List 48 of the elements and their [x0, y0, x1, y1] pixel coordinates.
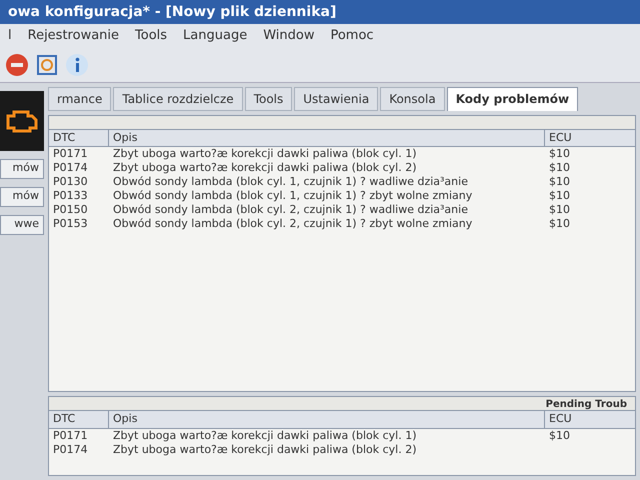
description-cell-text: Zbyt uboga warto?æ korekcji dawki paliwa (blok cyl. 2) [112, 161, 418, 175]
menu-item[interactable]: Tools [135, 26, 168, 46]
dtc-code: P0153 [52, 217, 89, 231]
description-cell-text: Zbyt uboga warto?æ korekcji dawki paliwa (blok cyl. 2) [112, 442, 418, 456]
dtc-code: P0130 [52, 175, 89, 189]
description-cell-text: Zbyt uboga warto?æ korekcji dawki paliwa (blok cyl. 1) [112, 147, 418, 161]
tab[interactable]: Konsola [380, 86, 445, 110]
dtc-code: P0171 [52, 147, 89, 161]
menu-item[interactable]: Rejestrowanie [28, 26, 120, 46]
menu-item[interactable]: Language [183, 26, 248, 46]
dtc-code: P0174 [52, 442, 89, 456]
menu-item[interactable]: l [8, 26, 12, 46]
table-title: Pending Troub [546, 398, 627, 410]
description-cell-text: Obwód sondy lambda (blok cyl. 1, czujnik 1) ? zbyt wolne zmiany [112, 189, 474, 203]
tab[interactable]: Kody problemów [446, 86, 578, 110]
ecu-cell-text: $10 [548, 189, 571, 203]
column-header[interactable]: ECU [545, 411, 635, 428]
ecu-cell-text: $10 [548, 203, 571, 217]
column-header[interactable]: ECU [545, 130, 635, 147]
engine-icon [5, 108, 39, 134]
tab[interactable]: Tools [244, 86, 292, 110]
ecu-cell-text: $10 [548, 217, 571, 231]
column-header[interactable]: DTC [49, 411, 109, 428]
description-cell-text: Obwód sondy lambda (blok cyl. 2, czujnik 1) ? wadliwe dzia³anie [112, 203, 469, 217]
description-cell-text: Obwód sondy lambda (blok cyl. 2, czujnik 1) ? zbyt wolne zmiany [112, 217, 474, 231]
ecu-cell-text: $10 [548, 147, 571, 161]
dtc-code: P0150 [52, 203, 89, 217]
side-button[interactable]: mów [0, 158, 44, 178]
dtc-code: P0171 [52, 428, 89, 442]
tab[interactable]: Ustawienia [294, 86, 378, 110]
ecu-cell-text: $10 [548, 161, 571, 175]
side-button[interactable]: wwe [0, 214, 44, 234]
tab[interactable]: Tablice rozdzielcze [113, 86, 243, 110]
side-button[interactable]: mów [0, 186, 44, 206]
description-cell-text: Obwód sondy lambda (blok cyl. 1, czujnik 1) ? wadliwe dzia³anie [112, 175, 469, 189]
column-header[interactable]: Opis [109, 411, 545, 428]
tab[interactable]: rmance [48, 86, 112, 110]
column-header[interactable]: DTC [49, 130, 109, 147]
ecu-cell-text: $10 [548, 428, 571, 442]
dtc-code: P0174 [52, 161, 89, 175]
dtc-code: P0133 [52, 189, 89, 203]
menu-item[interactable]: Window [263, 26, 314, 46]
description-cell-text: Zbyt uboga warto?æ korekcji dawki paliwa (blok cyl. 1) [112, 428, 418, 442]
info-icon[interactable] [64, 52, 90, 78]
column-header[interactable]: Opis [109, 130, 545, 147]
window-title: owa konfiguracja* - [Nowy plik dziennika] [8, 2, 336, 22]
ecu-cell-text: $10 [548, 175, 571, 189]
menu-item[interactable]: Pomoc [330, 26, 374, 46]
